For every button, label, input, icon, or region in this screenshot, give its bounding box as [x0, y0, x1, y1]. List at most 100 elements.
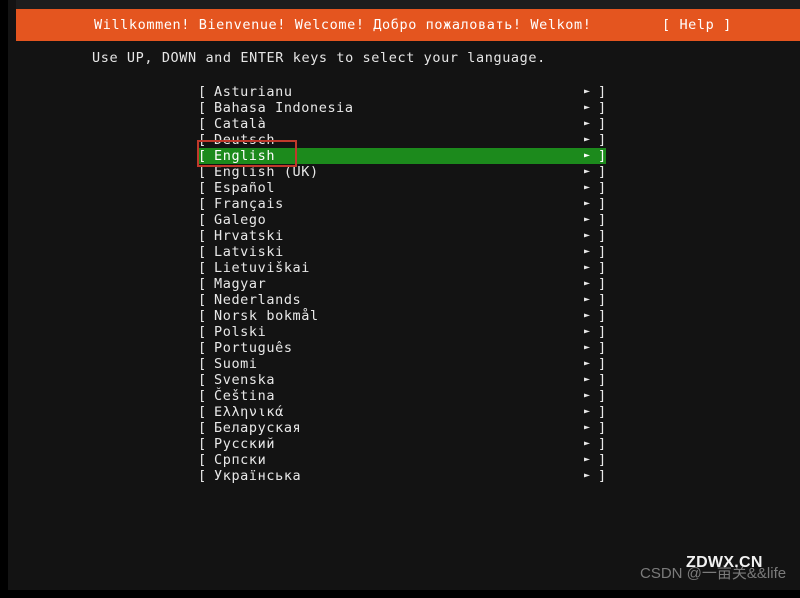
language-option[interactable]: [Nederlands ►]: [198, 292, 606, 308]
language-option-label: Deutsch: [214, 132, 276, 148]
arrow-right-icon: ►: [584, 198, 591, 209]
row-close-bracket: ]: [598, 132, 607, 148]
arrow-right-icon: ►: [584, 214, 591, 225]
row-open-bracket: [: [198, 164, 207, 180]
row-open-bracket: [: [198, 260, 207, 276]
row-open-bracket: [: [198, 340, 207, 356]
row-open-bracket: [: [198, 116, 207, 132]
arrow-right-icon: ►: [584, 390, 591, 401]
language-option[interactable]: [ Беларуская ►]: [198, 420, 606, 436]
instruction-text: Use UP, DOWN and ENTER keys to select yo…: [92, 50, 546, 66]
language-list[interactable]: [Asturianu ►] [Bahasa Indonesia ►] [Català ►]…: [198, 84, 606, 484]
language-option[interactable]: [Español ►]: [198, 180, 606, 196]
row-close-bracket: ]: [598, 148, 607, 164]
row-open-bracket: [: [198, 180, 207, 196]
language-option[interactable]: [Deutsch ►]: [198, 132, 606, 148]
arrow-right-icon: ►: [584, 150, 591, 161]
row-close-bracket: ]: [598, 372, 607, 388]
row-open-bracket: [: [198, 372, 207, 388]
arrow-right-icon: ►: [584, 422, 591, 433]
language-option-label: Polski: [214, 324, 267, 340]
row-close-bracket: ]: [598, 196, 607, 212]
arrow-right-icon: ►: [584, 374, 591, 385]
top-hairline: [16, 0, 800, 9]
language-option[interactable]: [Ελληνικά ►]: [198, 404, 606, 420]
language-option[interactable]: [ Asturianu ►]: [198, 84, 606, 100]
row-open-bracket: [: [198, 420, 207, 436]
row-close-bracket: ]: [598, 228, 607, 244]
help-button[interactable]: [ Help ]: [662, 17, 732, 33]
language-option[interactable]: [Galego ►]: [198, 212, 606, 228]
row-close-bracket: ]: [598, 100, 607, 116]
language-option[interactable]: [Norsk bokmål ►]: [198, 308, 606, 324]
page-title: Willkommen! Bienvenue! Welcome! Добро по…: [94, 17, 592, 33]
console-body: Willkommen! Bienvenue! Welcome! Добро по…: [8, 0, 800, 590]
language-option-label: Asturianu: [214, 84, 293, 100]
arrow-right-icon: ►: [584, 246, 591, 257]
arrow-right-icon: ►: [584, 438, 591, 449]
left-frame-edge: [0, 0, 8, 598]
language-option-label: Српски: [214, 452, 267, 468]
row-open-bracket: [: [198, 244, 207, 260]
watermark-zdwx: ZDWX.CN: [686, 554, 763, 571]
language-option-label: Беларуская: [214, 420, 302, 436]
language-option-label: English: [214, 148, 276, 164]
row-close-bracket: ]: [598, 308, 607, 324]
language-option-label: Українська: [214, 468, 302, 484]
row-open-bracket: [: [198, 84, 207, 100]
language-option[interactable]: [ English ►]: [198, 148, 606, 164]
language-option-label: Norsk bokmål: [214, 308, 319, 324]
language-option-label: Bahasa Indonesia: [214, 100, 354, 116]
language-option[interactable]: [Français ►]: [198, 196, 606, 212]
row-close-bracket: ]: [598, 468, 607, 484]
language-option-label: Português: [214, 340, 293, 356]
language-option[interactable]: [Suomi ►]: [198, 356, 606, 372]
language-option[interactable]: [Português ►]: [198, 340, 606, 356]
arrow-right-icon: ►: [584, 358, 591, 369]
arrow-right-icon: ►: [584, 86, 591, 97]
language-option[interactable]: [Lietuviškai ►]: [198, 260, 606, 276]
language-option[interactable]: [Magyar ►]: [198, 276, 606, 292]
bottom-frame-edge: [0, 590, 800, 598]
row-open-bracket: [: [198, 212, 207, 228]
arrow-right-icon: ►: [584, 470, 591, 481]
arrow-right-icon: ►: [584, 134, 591, 145]
row-close-bracket: ]: [598, 164, 607, 180]
row-open-bracket: [: [198, 148, 207, 164]
arrow-right-icon: ►: [584, 230, 591, 241]
row-open-bracket: [: [198, 404, 207, 420]
language-option[interactable]: [Українська ►]: [198, 468, 606, 484]
language-option-label: Ελληνικά: [214, 404, 284, 420]
row-close-bracket: ]: [598, 404, 607, 420]
row-open-bracket: [: [198, 436, 207, 452]
row-close-bracket: ]: [598, 356, 607, 372]
row-close-bracket: ]: [598, 420, 607, 436]
arrow-right-icon: ►: [584, 454, 591, 465]
language-option-label: Hrvatski: [214, 228, 284, 244]
language-option-label: Čeština: [214, 388, 276, 404]
language-option-label: Lietuviškai: [214, 260, 311, 276]
row-close-bracket: ]: [598, 84, 607, 100]
language-option[interactable]: [Bahasa Indonesia ►]: [198, 100, 606, 116]
language-option[interactable]: [Српски ►]: [198, 452, 606, 468]
language-option[interactable]: [Català ►]: [198, 116, 606, 132]
language-option[interactable]: [Русский ►]: [198, 436, 606, 452]
row-close-bracket: ]: [598, 180, 607, 196]
installer-screen: Willkommen! Bienvenue! Welcome! Добро по…: [0, 0, 800, 598]
row-open-bracket: [: [198, 196, 207, 212]
language-option[interactable]: [Polski ►]: [198, 324, 606, 340]
language-option-label: Latviski: [214, 244, 284, 260]
language-option-label: Español: [214, 180, 276, 196]
row-close-bracket: ]: [598, 340, 607, 356]
language-option[interactable]: [English (UK) ►]: [198, 164, 606, 180]
title-bar: Willkommen! Bienvenue! Welcome! Добро по…: [16, 9, 800, 41]
language-option[interactable]: [Svenska ►]: [198, 372, 606, 388]
language-option[interactable]: [Čeština ►]: [198, 388, 606, 404]
arrow-right-icon: ►: [584, 278, 591, 289]
language-option[interactable]: [Hrvatski ►]: [198, 228, 606, 244]
language-option[interactable]: [ Latviski ►]: [198, 244, 606, 260]
row-close-bracket: ]: [598, 244, 607, 260]
arrow-right-icon: ►: [584, 310, 591, 321]
language-option-label: Magyar: [214, 276, 267, 292]
row-close-bracket: ]: [598, 388, 607, 404]
